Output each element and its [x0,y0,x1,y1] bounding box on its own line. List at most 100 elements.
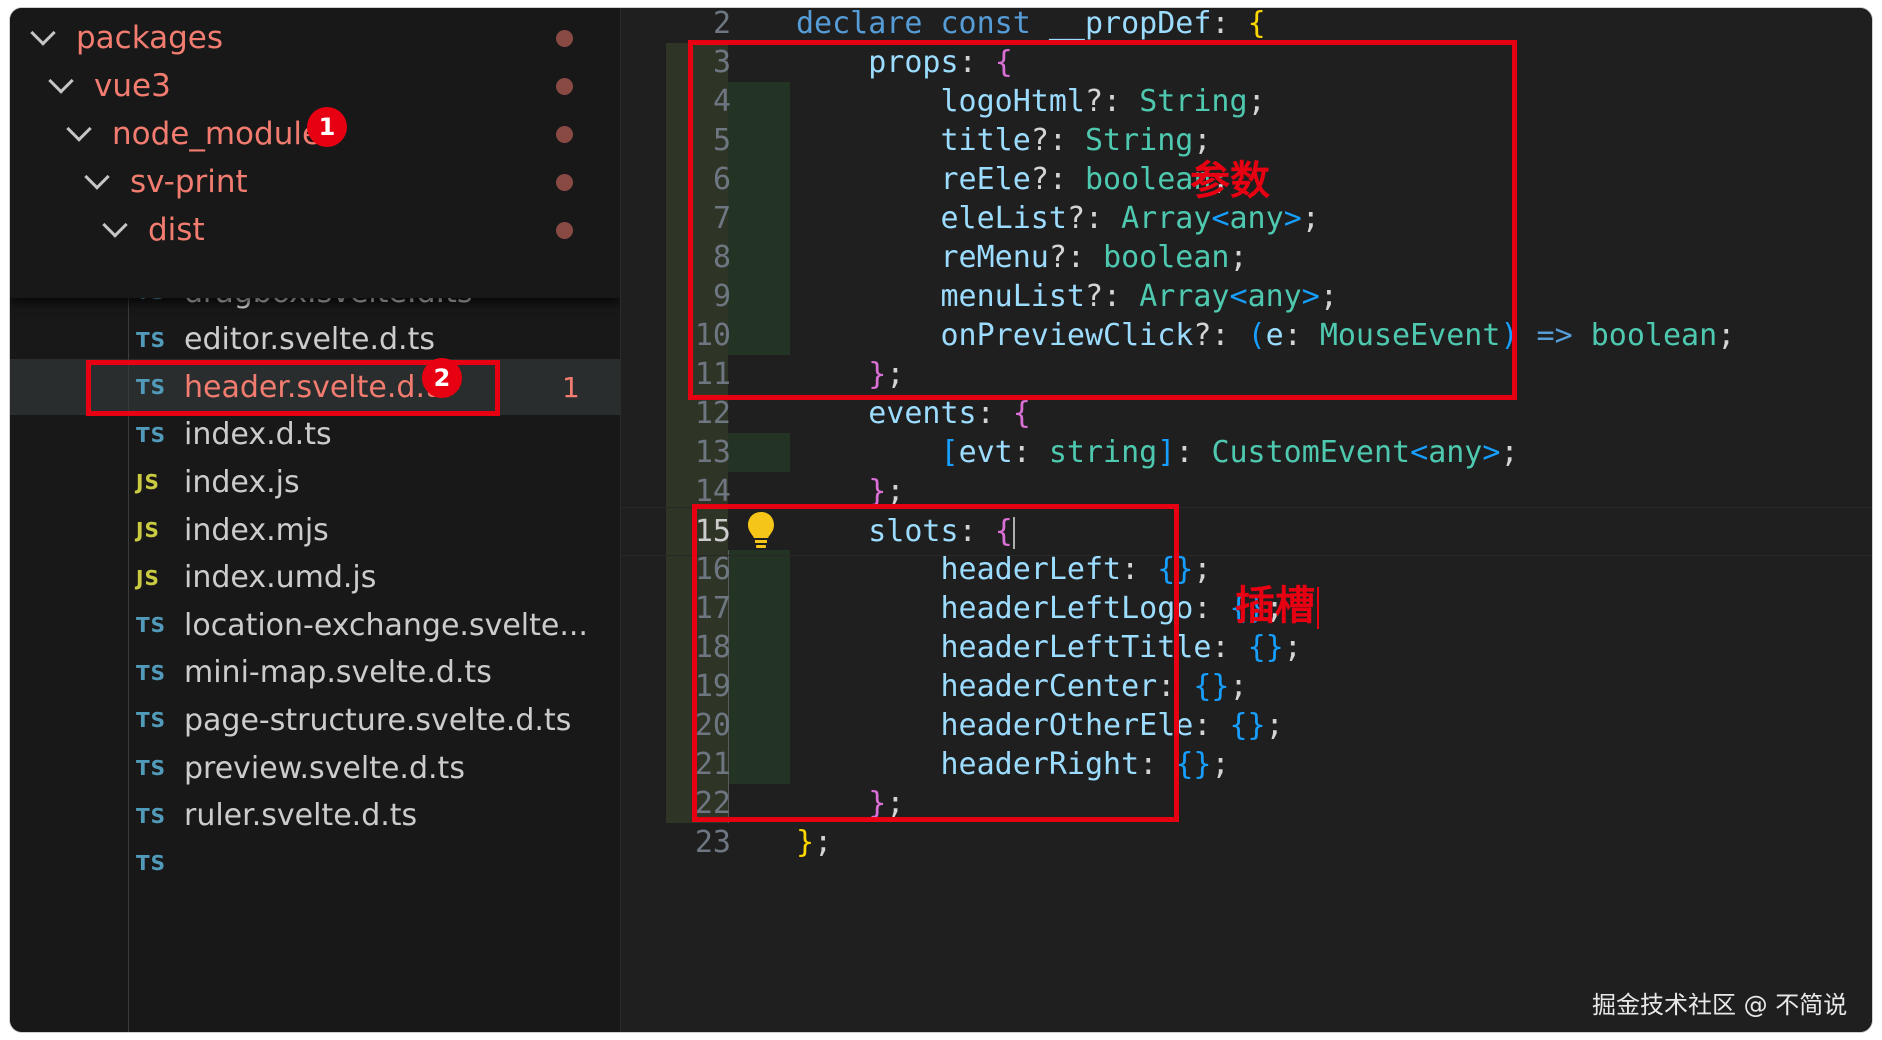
modified-dot-icon [556,125,573,143]
code-token: ; [1193,552,1212,587]
code-token: > [1482,435,1501,470]
code-token: ?: [1085,84,1140,119]
chevron-down-icon [66,116,92,142]
code-token: < [1211,201,1230,236]
code-token: { [994,45,1013,80]
code-token: reMenu [940,240,1049,275]
code-token: headerOtherEle [940,708,1194,743]
file-name: ruler.svelte.d.ts [184,798,418,834]
code-token: : [1157,669,1194,704]
code-token: } [796,825,815,860]
code-token: ; [1500,435,1519,470]
code-token: ?: [1030,162,1085,197]
folder-dist[interactable]: dist [10,202,620,258]
chevron-down-icon [30,20,56,46]
ts-file-icon: TS [136,375,167,400]
js-file-icon: JS [136,518,160,542]
js-file-icon: JS [136,565,160,590]
code-token: > [1283,201,1302,236]
code-token: props [868,45,959,80]
props-annotation-label: 参数 [1190,148,1270,206]
code-token: : [1012,435,1049,470]
code-token: evt [958,435,1013,470]
code-token: } [868,357,887,392]
problem-count-badge: 1 [562,370,580,404]
sticky-folder-header: packages vue3 node_modules sv-print dist [10,8,620,298]
lightbulb-icon[interactable] [746,510,776,550]
code-token: headerLeftLogo [940,591,1194,626]
code-token: __propDef [1048,8,1212,41]
code-token: : [1193,708,1230,743]
code-token: onPreviewClick [940,318,1194,353]
js-file-icon: JS [136,470,160,495]
modified-dot-icon [556,221,573,239]
code-token: any [1247,279,1302,314]
ts-file-icon: TS [136,851,167,876]
code-token: ; [1283,630,1302,665]
modified-dot-icon [556,29,573,47]
code-token: ?: [1030,123,1085,158]
code-token: ; [1229,240,1248,275]
code-token: > [1301,279,1320,314]
file-name: index.js [184,464,300,500]
code-token: ; [1247,84,1266,119]
code-token: ) [1500,318,1519,353]
file-name: preview.svelte.d.ts [184,750,465,786]
code-token: slots [868,514,959,549]
ts-file-icon: TS [136,803,167,828]
slots-annotation-text: 插槽 [1235,583,1315,629]
code-token: ; [886,357,905,392]
modified-dot-icon [556,173,573,191]
code-token: String [1139,84,1248,119]
code-token: boolean [1103,240,1230,275]
code-token: < [1229,279,1248,314]
code-token: boolean [1590,318,1718,353]
code-token: headerCenter [940,669,1158,704]
line-number: 23 [694,825,731,860]
code-line[interactable]: 23}; [621,819,1872,866]
ts-file-icon: TS [136,660,167,685]
folder-name: node_modules [112,116,338,152]
code-token: Array [1121,201,1212,236]
props-annotation-text: 参数 [1190,158,1270,204]
code-token: } [868,786,887,821]
file-name: mini-map.svelte.d.ts [184,655,492,691]
ts-file-icon: TS [136,327,167,352]
tree-indent-guide [128,298,129,1032]
file-name: location-exchange.svelte... [184,607,588,643]
folder-name: vue3 [94,68,171,104]
vscode-window: TSdev.d.tsTSdragbox.svelte.d.tsTSeditor.… [10,8,1872,1032]
code-token: : [1211,8,1248,41]
chevron-down-icon [48,68,74,94]
folder-name: packages [76,20,224,56]
folder-name: dist [148,212,205,248]
slots-annotation-label: 插槽 [1235,573,1319,631]
code-token: headerLeft [940,552,1122,587]
ts-file-icon: TS [136,422,167,447]
code-token: } [868,474,887,509]
code-token: { [1247,8,1266,41]
code-token: logoHtml [940,84,1086,119]
code-token: CustomEvent [1211,435,1411,470]
code-token: eleList [940,201,1067,236]
code-token: any [1428,435,1483,470]
code-token: ?: [1048,240,1104,275]
code-token: ; [1301,201,1320,236]
code-token: MouseEvent [1319,318,1501,353]
text-cursor [1012,516,1015,549]
file-name: index.d.ts [184,417,332,453]
ts-file-icon: TS [136,708,167,733]
modified-dot-icon [556,77,573,95]
file-name: editor.svelte.d.ts [184,322,435,358]
code-token: string [1048,435,1158,470]
file-row-partial-bottom[interactable]: TS [10,835,620,891]
